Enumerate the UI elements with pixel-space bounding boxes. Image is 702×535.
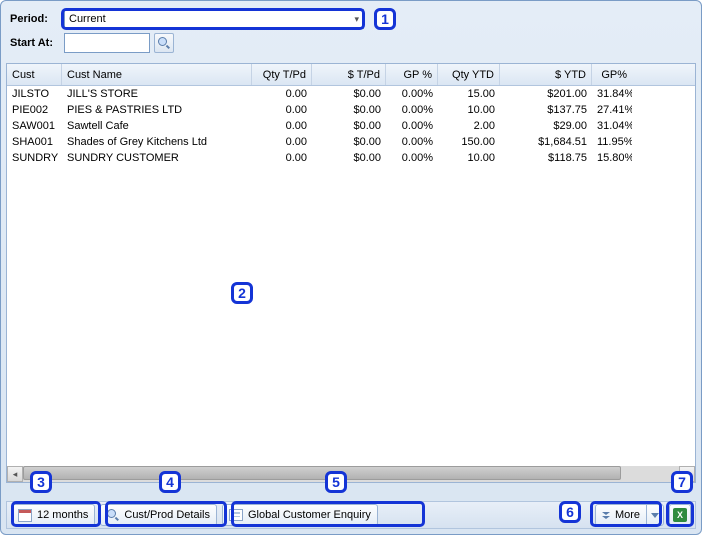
period-select[interactable]: Current ▾ [64,9,364,29]
more-label: More [615,509,640,521]
col-qtytpd[interactable]: Qty T/Pd [252,64,312,85]
cell: $0.00 [312,152,386,164]
table-row[interactable]: SUNDRYSUNDRY CUSTOMER0.00$0.000.00%10.00… [7,150,695,166]
cell: 31.84% [592,88,632,100]
cell: 0.00 [252,88,312,100]
cell: Sawtell Cafe [62,120,252,132]
twelve-months-button[interactable]: 12 months [11,504,95,526]
period-value: Current [69,13,106,25]
startat-label: Start At: [10,37,60,49]
period-label: Period: [10,13,60,25]
more-button-main[interactable]: More [595,504,646,526]
col-qtyytd[interactable]: Qty YTD [438,64,500,85]
cell: SAW001 [7,120,62,132]
cell: 11.95% [592,136,632,148]
cell: 0.00 [252,120,312,132]
cell: 0.00% [386,120,438,132]
more-button-dropdown[interactable] [646,504,664,526]
expand-icon [602,512,610,519]
cell: PIE002 [7,104,62,116]
cell: $201.00 [500,88,592,100]
scroll-track[interactable] [23,466,679,482]
chevron-down-icon: ▾ [354,14,359,25]
cell: $0.00 [312,136,386,148]
cust-prod-details-button[interactable]: Cust/Prod Details [100,504,217,526]
cell: 2.00 [438,120,500,132]
cell: 10.00 [438,152,500,164]
table-row[interactable]: SAW001Sawtell Cafe0.00$0.000.00%2.00$29.… [7,118,695,134]
calendar-icon [18,509,32,522]
scroll-thumb[interactable] [23,466,621,480]
search-icon [158,37,170,49]
startat-lookup-button[interactable] [154,33,174,53]
cell: 0.00% [386,136,438,148]
cell: SUNDRY CUSTOMER [62,152,252,164]
cell: $0.00 [312,120,386,132]
cell: 27.41% [592,104,632,116]
form-icon [229,509,243,521]
col-sytd[interactable]: $ YTD [500,64,592,85]
col-gpytd[interactable]: GP% [592,64,632,85]
scroll-left-button[interactable]: ◂ [7,466,23,482]
cell: 150.00 [438,136,500,148]
col-gp[interactable]: GP % [386,64,438,85]
excel-icon: X [673,508,687,522]
cell: SUNDRY [7,152,62,164]
cell: $1,684.51 [500,136,592,148]
cell: Shades of Grey Kitchens Ltd [62,136,252,148]
cell: 0.00 [252,152,312,164]
cell: 0.00% [386,104,438,116]
global-customer-enquiry-button[interactable]: Global Customer Enquiry [222,504,378,526]
cell: $29.00 [500,120,592,132]
scroll-right-button[interactable]: ▸ [679,466,695,482]
table-body: JILSTOJILL'S STORE0.00$0.000.00%15.00$20… [7,86,695,166]
cell: $0.00 [312,104,386,116]
table-row[interactable]: PIE002PIES & PASTRIES LTD0.00$0.000.00%1… [7,102,695,118]
global-customer-enquiry-label: Global Customer Enquiry [248,509,371,521]
cust-prod-details-label: Cust/Prod Details [124,509,210,521]
cell: 0.00% [386,88,438,100]
cell: $137.75 [500,104,592,116]
cell: SHA001 [7,136,62,148]
cell: 10.00 [438,104,500,116]
export-excel-button[interactable]: X [669,504,691,526]
horizontal-scrollbar[interactable]: ◂ ▸ [7,466,695,482]
twelve-months-label: 12 months [37,509,88,521]
cell: $0.00 [312,88,386,100]
cell: 0.00 [252,136,312,148]
chevron-down-icon [651,513,659,518]
col-cust[interactable]: Cust [7,64,62,85]
window-frame: Period: Current ▾ Start At: Cust Cust Na… [0,0,702,535]
cell: 15.80% [592,152,632,164]
more-button[interactable]: More [595,504,664,526]
bottom-toolbar: 12 months Cust/Prod Details Global Custo… [6,501,696,529]
col-custname[interactable]: Cust Name [62,64,252,85]
customer-table: Cust Cust Name Qty T/Pd $ T/Pd GP % Qty … [6,63,696,483]
cell: $118.75 [500,152,592,164]
cell: 15.00 [438,88,500,100]
table-header: Cust Cust Name Qty T/Pd $ T/Pd GP % Qty … [7,64,695,86]
cell: 31.04% [592,120,632,132]
col-stpd[interactable]: $ T/Pd [312,64,386,85]
search-icon [107,509,119,521]
cell: 0.00 [252,104,312,116]
table-row[interactable]: JILSTOJILL'S STORE0.00$0.000.00%15.00$20… [7,86,695,102]
cell: 0.00% [386,152,438,164]
cell: PIES & PASTRIES LTD [62,104,252,116]
cell: JILSTO [7,88,62,100]
cell: JILL'S STORE [62,88,252,100]
startat-input[interactable] [64,33,150,53]
table-row[interactable]: SHA001Shades of Grey Kitchens Ltd0.00$0.… [7,134,695,150]
filter-bar: Period: Current ▾ Start At: [6,6,696,63]
